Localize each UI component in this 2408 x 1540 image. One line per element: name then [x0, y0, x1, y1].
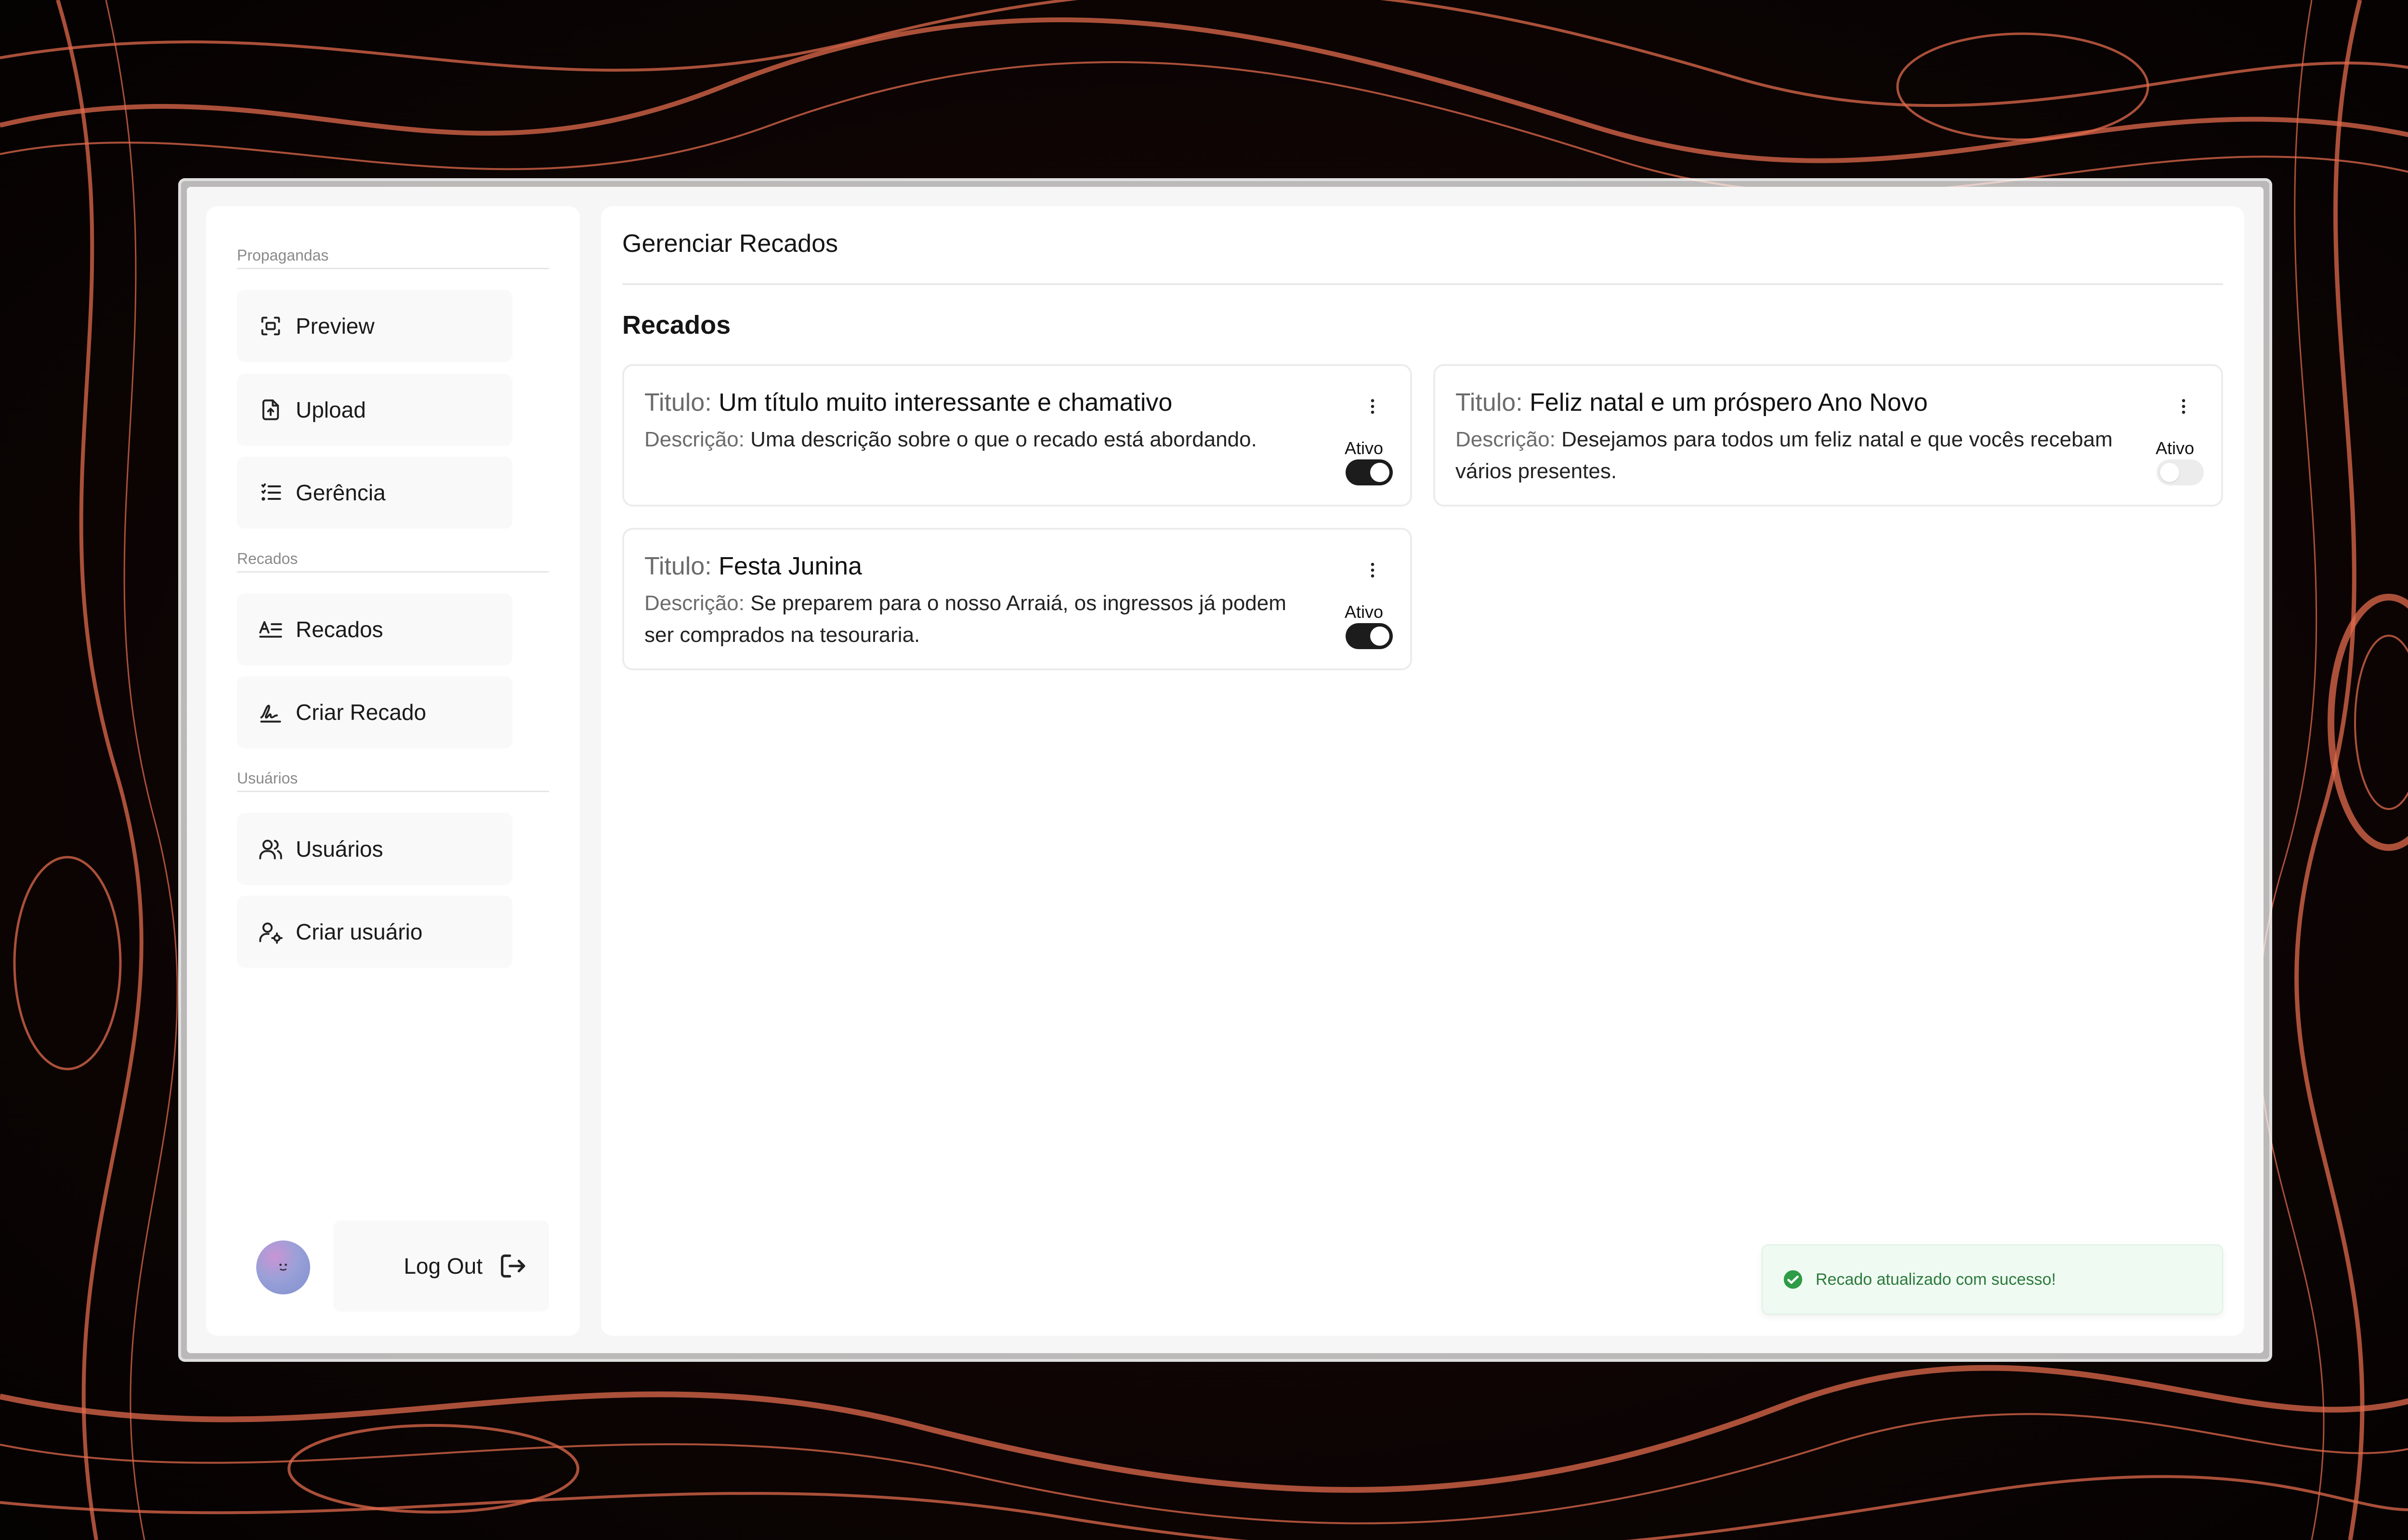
- title-text: Um título muito interessante e chamativo: [719, 389, 1173, 417]
- signature-icon: [258, 700, 283, 725]
- section-divider: [237, 268, 549, 269]
- logout-label: Log Out: [404, 1253, 483, 1279]
- toast-message: Recado atualizado com sucesso!: [1816, 1270, 2056, 1289]
- header-divider: [622, 283, 2223, 285]
- more-vertical-icon: [1371, 399, 1374, 414]
- sidebar-section-label: Usuários: [237, 770, 298, 787]
- sidebar-item-label: Recados: [296, 617, 383, 642]
- status-label: Ativo: [1345, 438, 1384, 458]
- sidebar-item-criar-recado[interactable]: Criar Recado: [237, 676, 512, 748]
- desc-prefix: Descrição:: [1455, 428, 1556, 451]
- card-title: Titulo: Festa Junina: [644, 552, 862, 581]
- preview-icon: [258, 313, 283, 339]
- sidebar-item-label: Criar usuário: [296, 919, 423, 944]
- more-options-button[interactable]: [1363, 551, 1382, 589]
- title-prefix: Titulo:: [644, 389, 712, 417]
- sidebar-section-label: Propagandas: [237, 247, 329, 264]
- sidebar-item-recados[interactable]: Recados: [237, 593, 512, 666]
- card-description: Descrição: Desejamos para todos um feliz…: [1455, 424, 2130, 487]
- active-toggle[interactable]: [1346, 623, 1393, 649]
- title-text: Festa Junina: [719, 552, 862, 580]
- logout-icon: [497, 1251, 528, 1281]
- sidebar-section-label: Recados: [237, 550, 298, 567]
- card-description: Descrição: Se preparem para o nosso Arra…: [644, 587, 1299, 651]
- sidebar-item-label: Criar Recado: [296, 700, 426, 725]
- sidebar-item-usuarios[interactable]: Usuários: [237, 813, 512, 885]
- section-divider: [237, 791, 549, 792]
- text-icon: [258, 617, 283, 642]
- title-text: Feliz natal e um próspero Ano Novo: [1530, 389, 1928, 417]
- sidebar-item-label: Usuários: [296, 836, 383, 861]
- card-description: Descrição: Uma descrição sobre o que o r…: [644, 424, 1348, 456]
- logout-button[interactable]: Log Out: [333, 1220, 549, 1312]
- section-divider: [237, 571, 549, 573]
- more-vertical-icon: [1371, 562, 1374, 578]
- check-circle-icon: [1782, 1268, 1804, 1291]
- sidebar-item-upload[interactable]: Upload: [237, 374, 512, 446]
- section-title: Recados: [622, 311, 731, 339]
- status-label: Ativo: [2156, 438, 2195, 458]
- title-prefix: Titulo:: [644, 552, 712, 580]
- title-prefix: Titulo:: [1455, 389, 1523, 417]
- desc-prefix: Descrição:: [644, 591, 745, 615]
- more-vertical-icon: [2182, 399, 2186, 414]
- recado-card: Titulo: Feliz natal e um próspero Ano No…: [1433, 364, 2223, 507]
- sidebar-item-gerencia[interactable]: Gerência: [237, 457, 512, 529]
- active-toggle[interactable]: [2157, 459, 2204, 485]
- recado-card: Titulo: Festa Junina Descrição: Se prepa…: [622, 528, 1412, 670]
- more-options-button[interactable]: [1363, 387, 1382, 426]
- user-settings-icon: [258, 919, 283, 944]
- list-icon: [258, 480, 283, 505]
- avatar[interactable]: [256, 1240, 310, 1294]
- active-toggle[interactable]: [1346, 459, 1393, 485]
- page-title: Gerenciar Recados: [622, 230, 838, 258]
- sidebar-item-label: Gerência: [296, 480, 386, 505]
- card-title: Titulo: Um título muito interessante e c…: [644, 388, 1172, 417]
- sidebar-item-label: Upload: [296, 397, 366, 422]
- recado-card: Titulo: Um título muito interessante e c…: [622, 364, 1412, 507]
- more-options-button[interactable]: [2174, 387, 2193, 426]
- card-title: Titulo: Feliz natal e um próspero Ano No…: [1455, 388, 1928, 417]
- users-icon: [258, 836, 283, 861]
- status-label: Ativo: [1345, 602, 1384, 622]
- sidebar-item-preview[interactable]: Preview: [237, 290, 512, 362]
- desc-text: Uma descrição sobre o que o recado está …: [750, 428, 1257, 451]
- success-toast: Recado atualizado com sucesso!: [1762, 1244, 2223, 1315]
- sidebar-item-label: Preview: [296, 313, 375, 339]
- desc-prefix: Descrição:: [644, 428, 745, 451]
- sidebar-item-criar-usuario[interactable]: Criar usuário: [237, 896, 512, 968]
- upload-icon: [258, 397, 283, 422]
